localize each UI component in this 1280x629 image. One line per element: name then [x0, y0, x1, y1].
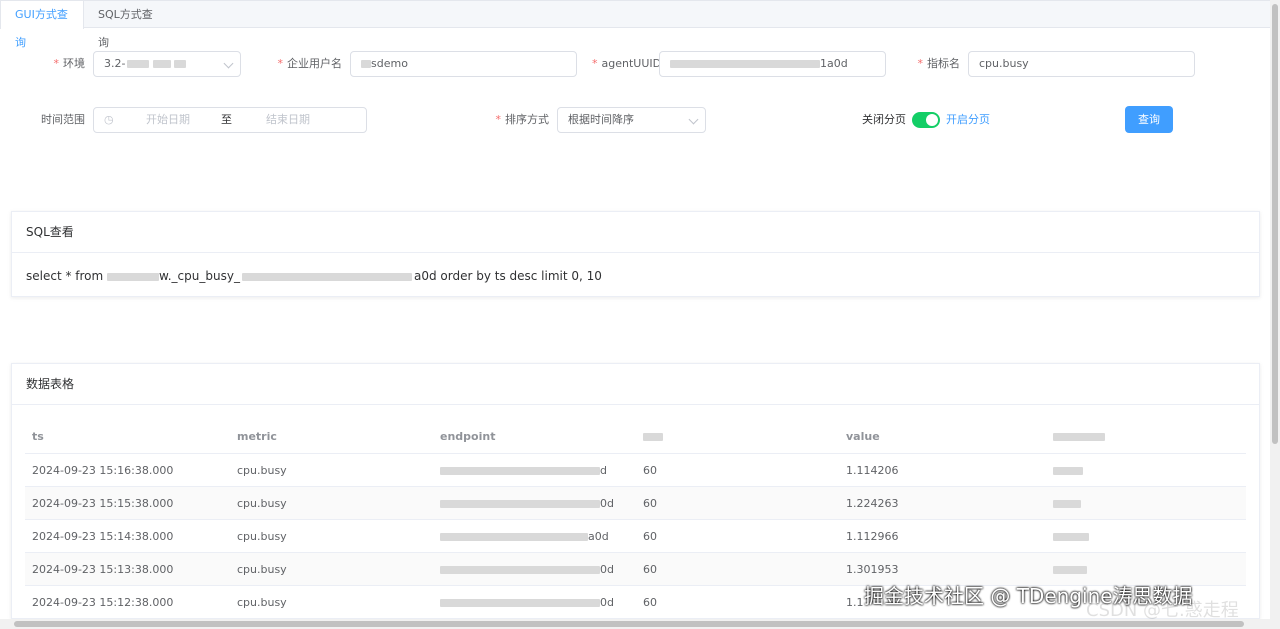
cell-endpoint: a0d	[433, 519, 636, 553]
tab-gui-query[interactable]: GUI方式查询	[0, 1, 84, 49]
table-row[interactable]: 2024-09-23 15:14:38.000 cpu.busy a0d 60 …	[25, 519, 1246, 553]
cell-endpoint: d	[433, 453, 636, 487]
cell-metric: cpu.busy	[230, 519, 433, 553]
cell-metric: cpu.busy	[230, 585, 433, 618]
cell-endpoint: 0d	[433, 585, 636, 618]
col-hidden-1[interactable]	[636, 419, 839, 454]
table-row[interactable]: 2024-09-23 15:15:38.000 cpu.busy 0d 60 1…	[25, 486, 1246, 520]
cell-metric: cpu.busy	[230, 552, 433, 586]
scrollbar-thumb[interactable]	[1272, 4, 1278, 444]
env-select[interactable]: 3.2-	[93, 51, 241, 77]
cell-ts: 2024-09-23 15:16:38.000	[25, 453, 230, 487]
col-endpoint[interactable]: endpoint	[433, 419, 636, 454]
cell-hidden	[1046, 519, 1246, 553]
sort-select[interactable]: 根据时间降序	[557, 107, 706, 133]
col-value[interactable]: value	[839, 419, 1046, 454]
cell-ts: 2024-09-23 15:14:38.000	[25, 519, 230, 553]
query-button[interactable]: 查询	[1125, 106, 1173, 133]
cell-endpoint: 0d	[433, 486, 636, 520]
scrollbar-thumb[interactable]	[14, 621, 1244, 627]
paging-on-label: 开启分页	[946, 113, 990, 126]
chevron-down-icon	[223, 58, 234, 69]
paging-off-label: 关闭分页	[862, 113, 906, 126]
date-range-picker[interactable]: ◷ 开始日期 至 结束日期	[93, 107, 367, 133]
clock-icon: ◷	[104, 113, 114, 126]
cell-count: 60	[636, 453, 839, 487]
sql-text: select * from w._cpu_busy_ a0d order by t…	[26, 269, 602, 283]
cell-value: 1.112966	[839, 519, 1046, 553]
toggle-knob	[926, 114, 938, 126]
paging-toggle[interactable]	[912, 112, 940, 128]
cell-count: 60	[636, 552, 839, 586]
cell-hidden	[1046, 486, 1246, 520]
range-separator: 至	[221, 113, 232, 126]
time-range-label: 时间范围	[41, 113, 85, 126]
cell-count: 60	[636, 486, 839, 520]
cell-ts: 2024-09-23 15:13:38.000	[25, 552, 230, 586]
table-header-row: ts metric endpoint value	[25, 419, 1246, 454]
cell-metric: cpu.busy	[230, 453, 433, 487]
col-ts[interactable]: ts	[25, 419, 230, 454]
metric-field[interactable]: cpu.busy	[968, 51, 1195, 77]
sql-card-title: SQL查看	[12, 212, 1259, 253]
env-label: * 环境	[53, 57, 86, 70]
col-hidden-2[interactable]	[1046, 419, 1246, 454]
cell-value: 1.114206	[839, 453, 1046, 487]
chevron-down-icon	[688, 114, 699, 125]
tab-sql-query[interactable]: SQL方式查询	[84, 1, 172, 49]
metric-label: * 指标名	[917, 57, 961, 70]
sql-card: SQL查看 select * from w._cpu_busy_ a0d orde…	[11, 211, 1260, 297]
cell-value: 1.224263	[839, 486, 1046, 520]
cell-ts: 2024-09-23 15:12:38.000	[25, 585, 230, 618]
vertical-scrollbar[interactable]	[1270, 0, 1280, 629]
cell-count: 60	[636, 519, 839, 553]
table-row[interactable]: 2024-09-23 15:16:38.000 cpu.busy d 60 1.…	[25, 453, 1246, 487]
cell-ts: 2024-09-23 15:15:38.000	[25, 486, 230, 520]
company-label: * 企业用户名	[277, 57, 343, 70]
company-field[interactable]: sdemo	[350, 51, 577, 77]
sort-label: * 排序方式	[495, 113, 550, 126]
cell-count: 60	[636, 585, 839, 618]
end-date-input[interactable]: 结束日期	[266, 108, 310, 132]
cell-endpoint: 0d	[433, 552, 636, 586]
cell-metric: cpu.busy	[230, 486, 433, 520]
agent-label: * agentUUID	[592, 57, 662, 70]
col-metric[interactable]: metric	[230, 419, 433, 454]
horizontal-scrollbar[interactable]	[0, 619, 1270, 629]
cell-hidden	[1046, 453, 1246, 487]
query-mode-tabs: GUI方式查询 SQL方式查询	[0, 0, 1270, 49]
table-card-title: 数据表格	[12, 364, 1259, 405]
agent-uuid-field[interactable]: 1a0d	[659, 51, 886, 77]
start-date-input[interactable]: 开始日期	[146, 108, 190, 132]
